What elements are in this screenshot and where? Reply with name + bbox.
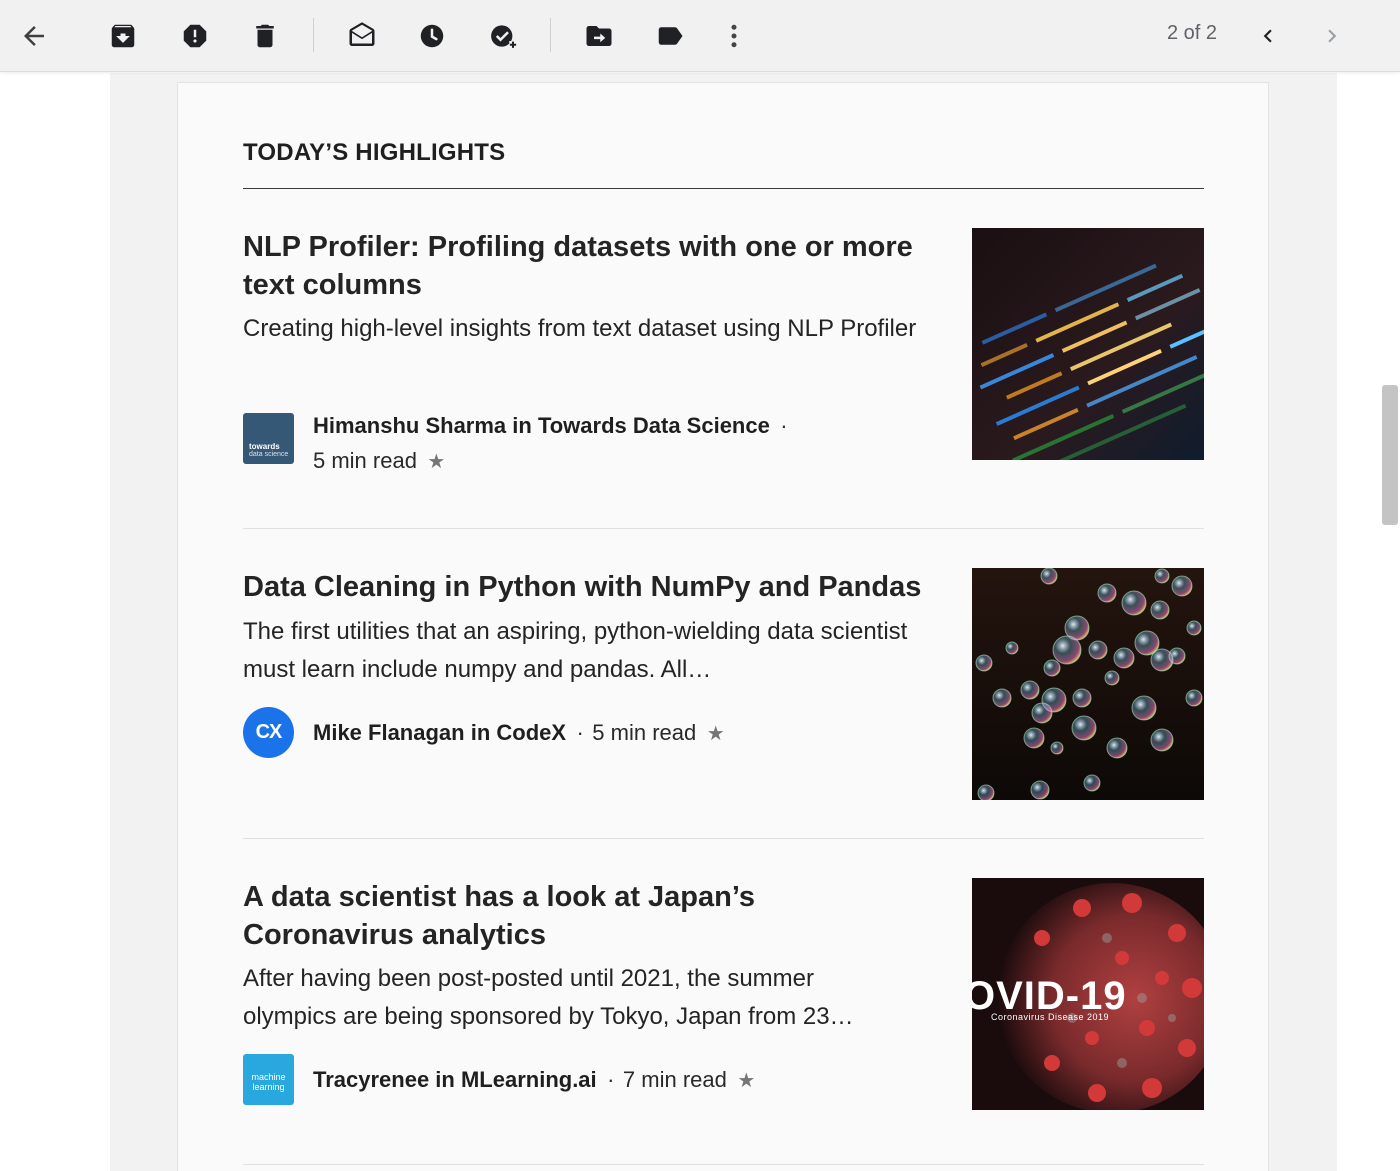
chevron-left-icon xyxy=(1263,29,1272,43)
article-thumbnail[interactable] xyxy=(972,568,1204,800)
article-item[interactable]: A data scientist has a look at Japan’s C… xyxy=(243,878,1204,1118)
publication-logo[interactable]: towards data science xyxy=(243,413,294,464)
toolbar-separator xyxy=(550,18,551,52)
article-thumbnail[interactable]: OVID-19 Coronavirus Disease 2019 xyxy=(972,878,1204,1110)
move-to-icon xyxy=(586,26,612,46)
article-title[interactable]: A data scientist has a look at Japan’s C… xyxy=(243,878,803,954)
publication-logo-text: CX xyxy=(255,721,283,743)
article-thumbnail[interactable] xyxy=(972,228,1204,460)
report-spam-icon xyxy=(183,24,207,48)
article-divider xyxy=(243,528,1204,529)
label-icon xyxy=(658,27,683,45)
meta-separator: · xyxy=(607,1067,615,1092)
article-subtitle[interactable]: Creating high-level insights from text d… xyxy=(243,310,943,348)
read-time: 7 min read xyxy=(622,1067,727,1092)
back-button[interactable] xyxy=(12,14,56,58)
back-arrow-icon xyxy=(24,26,44,46)
article-item[interactable]: Data Cleaning in Python with NumPy and P… xyxy=(243,568,1204,808)
read-time: 5 min read xyxy=(592,720,697,745)
more-options-icon xyxy=(731,24,737,48)
article-subtitle[interactable]: After having been post-posted until 2021… xyxy=(243,960,903,1036)
article-divider xyxy=(243,838,1204,839)
meta-separator: · xyxy=(780,413,788,438)
section-heading: TODAY’S HIGHLIGHTS xyxy=(243,139,506,166)
add-task-icon xyxy=(491,25,517,49)
article-title[interactable]: Data Cleaning in Python with NumPy and P… xyxy=(243,568,943,606)
author-link[interactable]: Himanshu Sharma in Towards Data Science xyxy=(313,413,770,438)
publication-logo-text: towards xyxy=(249,442,280,451)
author-link[interactable]: Tracyrenee in MLearning.ai xyxy=(313,1067,597,1092)
read-time: 5 min read xyxy=(313,448,417,473)
article-subtitle[interactable]: The first utilities that an aspiring, py… xyxy=(243,613,943,689)
article-meta: CX Mike Flanagan in CodeX · 5 min read ★ xyxy=(243,707,863,759)
trash-icon xyxy=(256,24,274,48)
chevron-right-icon xyxy=(1328,29,1337,43)
archive-icon xyxy=(111,24,135,48)
archive-button[interactable] xyxy=(101,14,145,58)
toolbar-separator xyxy=(313,18,314,52)
move-to-button[interactable] xyxy=(577,14,621,58)
member-star-icon: ★ xyxy=(427,451,446,473)
label-button[interactable] xyxy=(648,14,692,58)
article-meta: machine learning Tracyrenee in MLearning… xyxy=(243,1054,863,1106)
email-toolbar: 2 of 2 xyxy=(0,0,1400,72)
older-button[interactable] xyxy=(1310,14,1354,58)
more-options-button[interactable] xyxy=(712,14,756,58)
snooze-icon xyxy=(420,24,444,48)
bubbles-image xyxy=(972,568,1204,800)
publication-logo[interactable]: machine learning xyxy=(243,1054,294,1105)
scrollbar-thumb[interactable] xyxy=(1382,385,1398,525)
author-link[interactable]: Mike Flanagan in CodeX xyxy=(313,720,566,745)
mark-unread-icon xyxy=(349,22,375,46)
article-divider xyxy=(243,1164,1204,1165)
thumbnail-subcaption: Coronavirus Disease 2019 xyxy=(991,1012,1110,1022)
publication-logo-text: data science xyxy=(249,451,289,458)
snooze-button[interactable] xyxy=(410,14,454,58)
pagination-count: 2 of 2 xyxy=(1166,22,1218,44)
member-star-icon: ★ xyxy=(706,723,725,745)
article-item[interactable]: NLP Profiler: Profiling datasets with on… xyxy=(243,228,1204,473)
member-star-icon: ★ xyxy=(737,1070,756,1092)
article-title[interactable]: NLP Profiler: Profiling datasets with on… xyxy=(243,228,943,304)
section-heading-rule xyxy=(243,188,1204,189)
delete-button[interactable] xyxy=(243,14,287,58)
article-meta: towards data science Himanshu Sharma in … xyxy=(243,413,863,473)
mark-unread-button[interactable] xyxy=(340,14,384,58)
scrollbar-track[interactable] xyxy=(1373,73,1400,1171)
newer-button[interactable] xyxy=(1246,14,1290,58)
code-screen-image xyxy=(972,228,1204,460)
meta-separator: · xyxy=(576,720,584,745)
publication-logo-text: machine learning xyxy=(251,1072,286,1092)
add-to-tasks-button[interactable] xyxy=(481,14,525,58)
report-spam-button[interactable] xyxy=(173,14,217,58)
publication-logo[interactable]: CX xyxy=(243,707,294,758)
